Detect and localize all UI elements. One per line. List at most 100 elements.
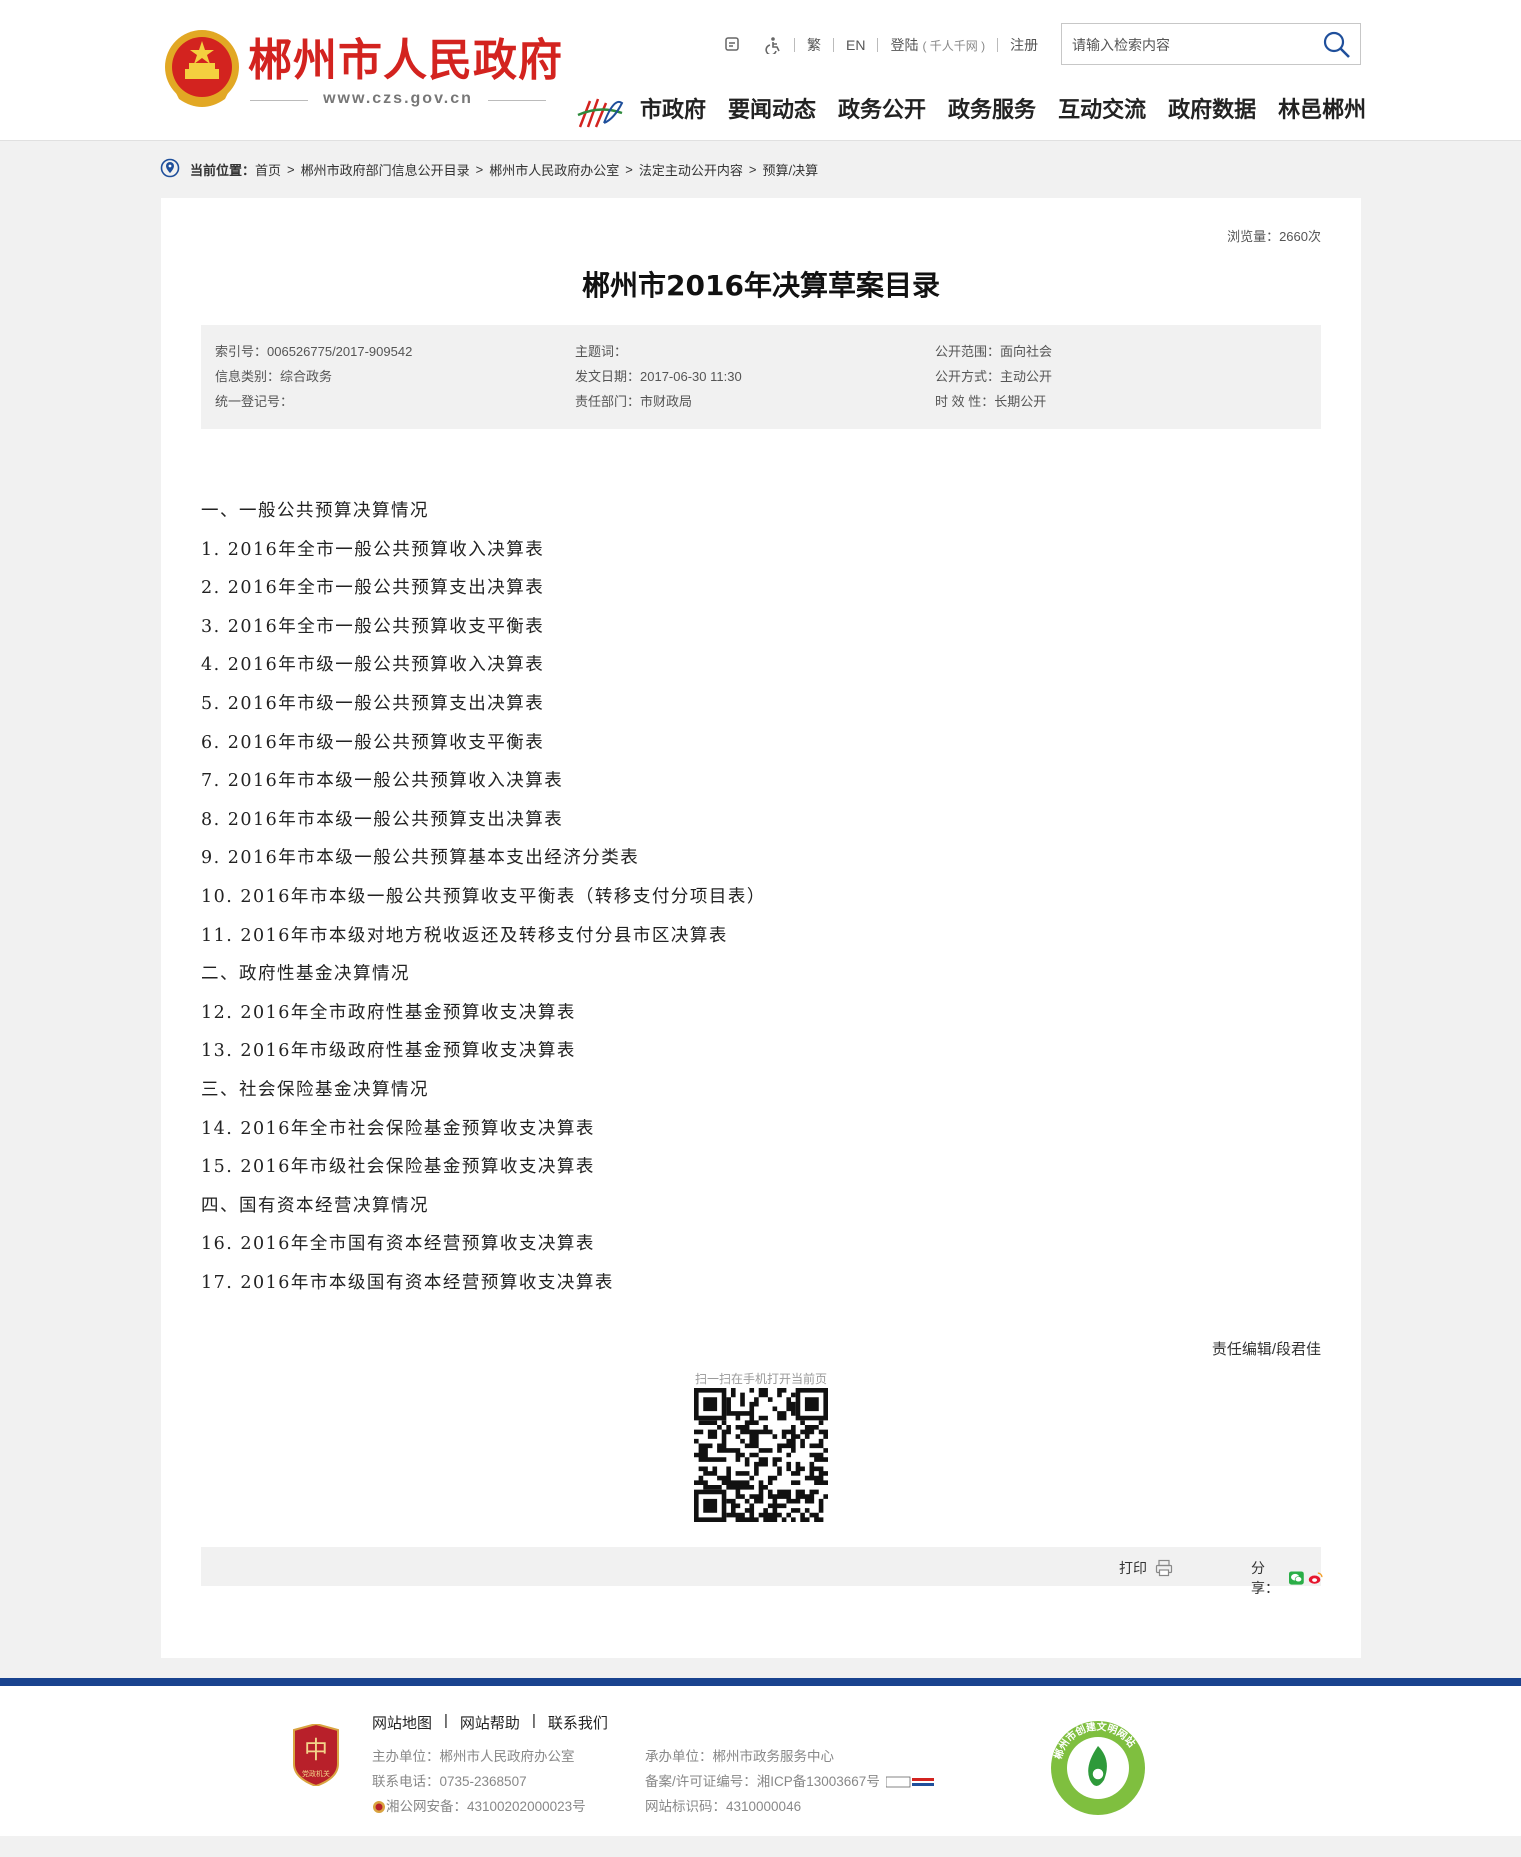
meta-method: 公开方式：主动公开 xyxy=(935,369,1053,384)
undertaker-unit: 承办单位：郴州市政务服务中心 xyxy=(645,1749,834,1764)
icp-badge-icon xyxy=(885,1776,934,1787)
breadcrumb-budget[interactable]: 预算/决算 xyxy=(762,160,818,179)
list-item: 15. 2016年市级社会保险基金预算收支决算表 xyxy=(201,1157,595,1178)
weibo-share-icon[interactable] xyxy=(1308,1570,1323,1586)
responsible-editor: 责任编辑/段君佳 xyxy=(1211,1341,1321,1358)
nav-city-government[interactable]: 市政府 xyxy=(640,96,706,126)
list-item: 17. 2016年市本级国有资本经营预算收支决算表 xyxy=(201,1272,614,1293)
footer-info-right: 承办单位：郴州市政务服务中心 备案/许可证编号：湘ICP备13003667号 网… xyxy=(645,1744,936,1819)
article-toolbar: 打印 分享： xyxy=(201,1547,1323,1596)
chenzhou-logo-icon xyxy=(577,98,624,128)
nav-gov-data[interactable]: 政府数据 xyxy=(1168,96,1256,126)
main-nav: 市政府 要闻动态 政务公开 政务服务 互动交流 政府数据 林邑郴州 xyxy=(640,96,1366,126)
view-count: 浏览量：2660次 xyxy=(1227,229,1321,244)
help-link[interactable]: 网站帮助 xyxy=(460,1712,520,1733)
article-meta: 索引号：006526775/2017-909542 主题词： 公开范围：面向社会… xyxy=(201,325,1321,429)
footer-info-left: 主办单位：郴州市人民政府办公室 联系电话：0735-2368507 湘公网安备：… xyxy=(372,1744,586,1819)
police-record-text[interactable]: 湘公网安备：43100202000023号 xyxy=(386,1794,586,1819)
list-item: 4. 2016年市级一般公共预算收入决算表 xyxy=(201,655,545,676)
barrier-free-icon[interactable] xyxy=(724,36,742,54)
search-input[interactable] xyxy=(1072,33,1302,57)
list-item: 7. 2016年市本级一般公共预算收入决算表 xyxy=(201,771,564,792)
section-heading: 一、一般公共预算决算情况 xyxy=(201,501,429,521)
sitemap-link[interactable]: 网站地图 xyxy=(372,1712,432,1733)
section-heading: 三、社会保险基金决算情况 xyxy=(201,1079,429,1100)
site-title[interactable]: 郴州市人民政府 xyxy=(248,36,563,86)
meta-subject: 主题词： xyxy=(575,344,628,359)
breadcrumb-office[interactable]: 郴州市人民政府办公室 xyxy=(489,160,619,179)
print-button[interactable]: 打印 xyxy=(1119,1558,1173,1578)
meta-category: 信息类别：综合政务 xyxy=(215,369,333,384)
section-heading: 四、国有资本经营决算情况 xyxy=(201,1195,429,1216)
party-gov-badge-icon[interactable]: 中 党政机关 xyxy=(290,1724,342,1786)
breadcrumb-legal-content[interactable]: 法定主动公开内容 xyxy=(639,160,743,179)
english-link[interactable]: EN xyxy=(846,37,865,53)
list-item: 11. 2016年市本级对地方税收返还及转移支付分县市区决算表 xyxy=(201,925,728,946)
list-item: 9. 2016年市本级一般公共预算基本支出经济分类表 xyxy=(201,848,640,869)
icp-record: 备案/许可证编号：湘ICP备13003667号 xyxy=(645,1769,936,1794)
print-label: 打印 xyxy=(1119,1560,1147,1576)
breadcrumb-home[interactable]: 首页 xyxy=(255,160,281,179)
nav-interaction[interactable]: 互动交流 xyxy=(1058,96,1146,126)
article-card: 浏览量：2660次 郴州市2016年决算草案目录 索引号：006526775/2… xyxy=(161,198,1361,1658)
contact-phone: 联系电话：0735-2368507 xyxy=(372,1774,527,1789)
police-badge-icon xyxy=(373,1800,385,1813)
list-item: 5. 2016年市级一般公共预算支出决算表 xyxy=(201,693,545,714)
footer-links: 网站地图 | 网站帮助 | 联系我们 xyxy=(372,1712,608,1733)
badge-text: 党政机关 xyxy=(302,1769,330,1778)
meta-reg-no: 统一登记号： xyxy=(215,394,294,409)
top-links: 繁 EN 登陆 ( 千人千网 ) 注册 xyxy=(724,34,1038,56)
location-pin-icon xyxy=(160,158,180,178)
share-label: 分享： xyxy=(1251,1560,1279,1596)
contact-link[interactable]: 联系我们 xyxy=(548,1712,608,1733)
breadcrumb-label: 当前位置： xyxy=(190,162,256,178)
site-id: 网站标识码：4310000046 xyxy=(645,1799,802,1814)
breadcrumb-separator: > xyxy=(748,161,757,177)
footer-divider xyxy=(0,1678,1521,1686)
wechat-share-icon[interactable] xyxy=(1289,1570,1305,1586)
breadcrumb-separator: > xyxy=(475,161,484,177)
meta-date: 发文日期：2017-06-30 11:30 xyxy=(575,369,742,384)
icp-record-text[interactable]: 备案/许可证编号：湘ICP备13003667号 xyxy=(645,1769,880,1794)
nav-gov-affairs-open[interactable]: 政务公开 xyxy=(838,96,926,126)
login-note: ( 千人千网 ) xyxy=(922,38,986,53)
nav-news[interactable]: 要闻动态 xyxy=(728,96,816,126)
svg-text:中: 中 xyxy=(304,1736,328,1764)
national-emblem-icon[interactable] xyxy=(163,27,241,110)
list-item: 8. 2016年市本级一般公共预算支出决算表 xyxy=(201,809,564,830)
civilized-website-badge-icon[interactable]: 郴州市创建文明网站 xyxy=(1046,1718,1150,1818)
breadcrumb: 当前位置： 首页 > 郴州市政府部门信息公开目录 > 郴州市人民政府办公室 > … xyxy=(160,158,818,180)
meta-index-no: 索引号：006526775/2017-909542 xyxy=(215,344,413,359)
search-icon[interactable] xyxy=(1322,30,1352,60)
list-item: 10. 2016年市本级一般公共预算收支平衡表（转移支付分项目表） xyxy=(201,886,766,907)
printer-icon xyxy=(1155,1559,1173,1577)
nav-linyi-chenzhou[interactable]: 林邑郴州 xyxy=(1278,96,1366,126)
list-item: 12. 2016年全市政府性基金预算收支决算表 xyxy=(201,1002,576,1023)
list-item: 13. 2016年市级政府性基金预算收支决算表 xyxy=(201,1041,576,1062)
meta-scope: 公开范围：面向社会 xyxy=(935,344,1053,359)
site-footer: 中 党政机关 网站地图 | 网站帮助 | 联系我们 主办单位：郴州市人民政府办公… xyxy=(0,1686,1521,1836)
meta-validity: 时 效 性：长期公开 xyxy=(935,394,1047,409)
breadcrumb-separator: > xyxy=(287,161,295,177)
qr-code-icon xyxy=(694,1388,828,1522)
login-link[interactable]: 登陆 xyxy=(890,35,918,55)
search-box xyxy=(1061,23,1361,65)
section-heading: 二、政府性基金决算情况 xyxy=(201,964,410,985)
article-title: 郴州市2016年决算草案目录 xyxy=(582,269,940,302)
article-body: 一、一般公共预算决算情况 1. 2016年全市一般公共预算收入决算表 2. 20… xyxy=(201,492,1321,1302)
traditional-chinese-link[interactable]: 繁 xyxy=(807,35,821,55)
nav-gov-services[interactable]: 政务服务 xyxy=(948,96,1036,126)
breadcrumb-dept-catalog[interactable]: 郴州市政府部门信息公开目录 xyxy=(301,160,470,179)
site-url: www.czs.gov.cn xyxy=(250,90,546,108)
accessibility-icon[interactable] xyxy=(764,36,782,54)
meta-dept: 责任部门：市财政局 xyxy=(575,394,693,409)
list-item: 16. 2016年全市国有资本经营预算收支决算表 xyxy=(201,1234,595,1255)
register-link[interactable]: 注册 xyxy=(1010,35,1038,55)
list-item: 2. 2016年全市一般公共预算支出决算表 xyxy=(201,578,545,599)
qr-caption: 扫一扫在手机打开当前页 xyxy=(694,1372,827,1386)
breadcrumb-separator: > xyxy=(625,161,633,177)
share-bar: 分享： xyxy=(1251,1558,1323,1598)
list-item: 14. 2016年全市社会保险基金预算收支决算表 xyxy=(201,1118,595,1139)
police-record: 湘公网安备：43100202000023号 xyxy=(372,1794,586,1819)
list-item: 6. 2016年市级一般公共预算收支平衡表 xyxy=(201,732,545,753)
